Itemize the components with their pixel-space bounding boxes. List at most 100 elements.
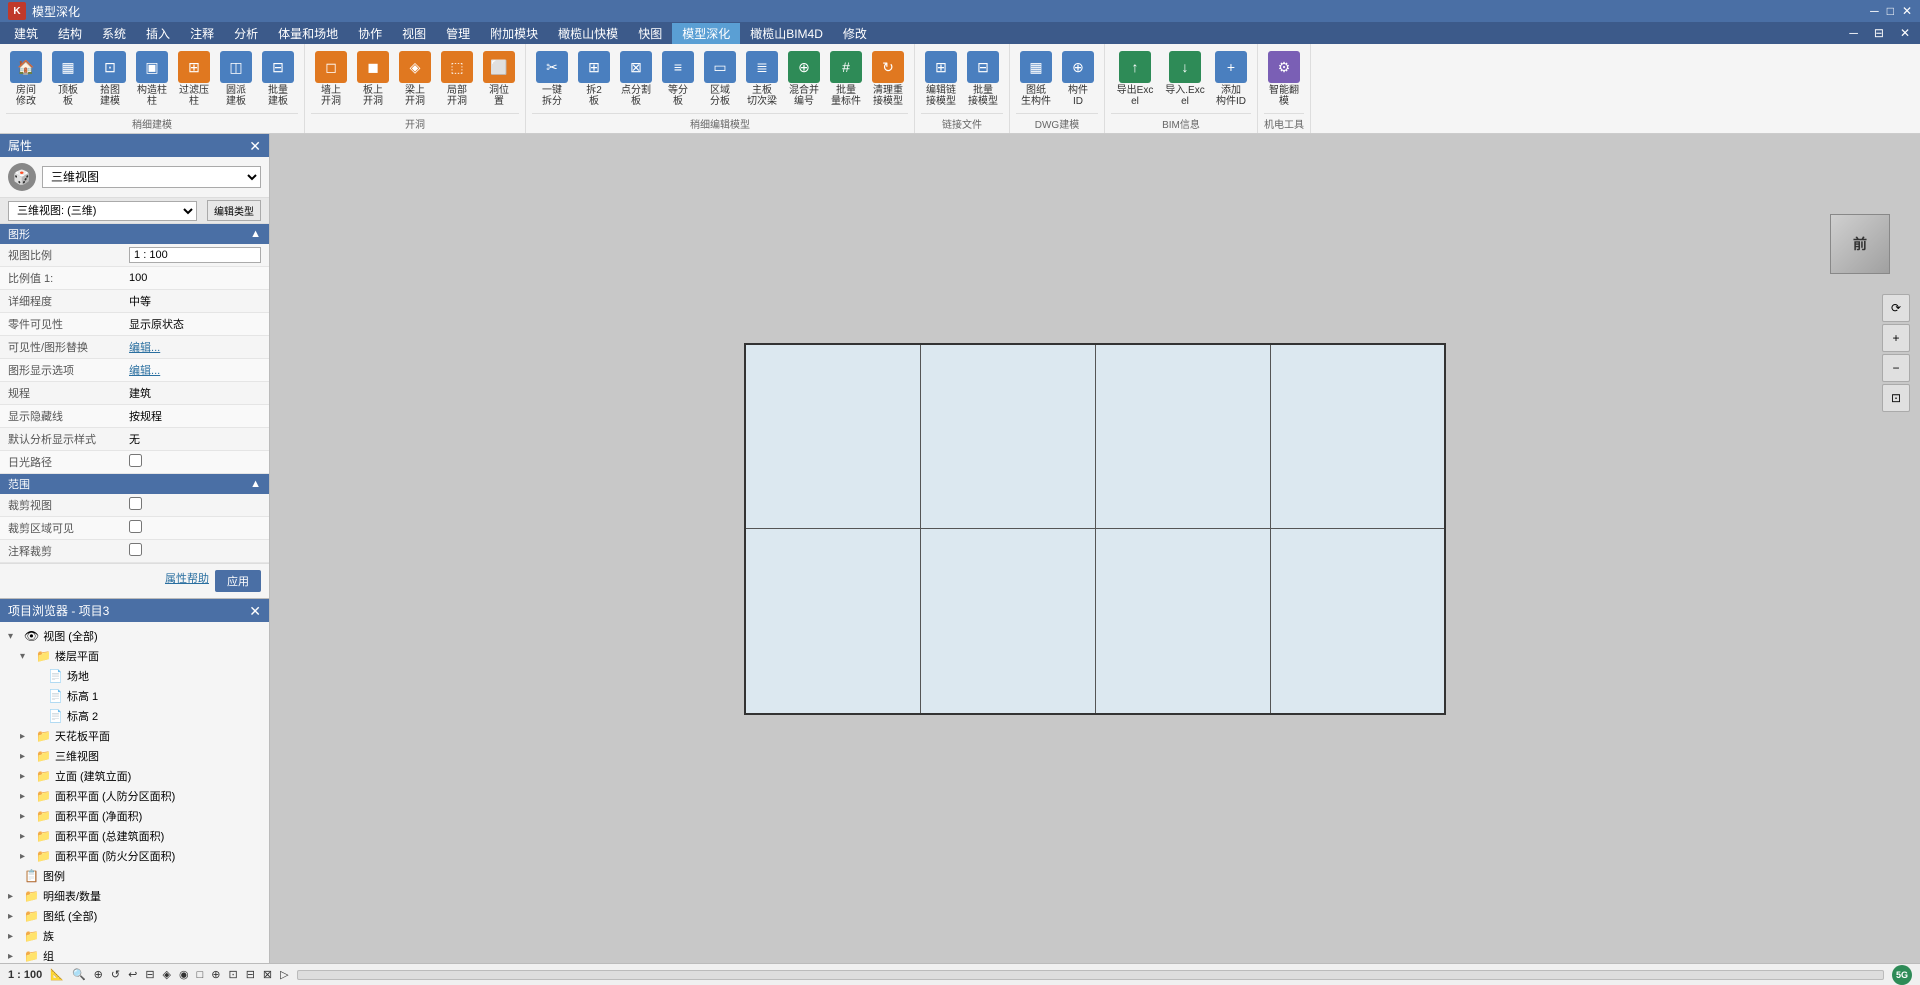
status-icon-13[interactable]: ⊠ [263,968,272,981]
status-icon-4[interactable]: ↺ [111,968,120,981]
tree-schedules[interactable]: ▸ 📁 明细表/数量 [0,886,269,906]
menu-kuaitu[interactable]: 快图 [628,23,672,44]
crop-view-checkbox[interactable] [129,497,142,510]
menu-xiugai[interactable]: 修改 [833,23,877,44]
ribbon-btn-room[interactable]: 🏠 房间修改 [6,48,46,110]
tree-sheets[interactable]: ▸ 📁 图纸 (全部) [0,906,269,926]
ribbon-btn-local-hole[interactable]: ⬚ 局部开洞 [437,48,477,110]
ribbon-btn-clean[interactable]: ↻ 清理重接模型 [868,48,908,110]
status-icon-5[interactable]: ↩ [128,968,137,981]
close-btn[interactable]: ✕ [1902,4,1912,18]
status-icon-8[interactable]: ◉ [179,968,189,981]
tree-3d-views[interactable]: ▸ 📁 三维视图 [0,746,269,766]
minimize-btn[interactable]: ─ [1870,4,1879,18]
tree-area-total[interactable]: ▸ 📁 面积平面 (总建筑面积) [0,826,269,846]
tree-level-2[interactable]: 📄 标高 2 [0,706,269,726]
menu-tiliangchangdi[interactable]: 体量和场地 [268,23,348,44]
ribbon-btn-add-id[interactable]: + 添加构件ID [1211,48,1251,110]
ribbon-btn-edit-link[interactable]: ⊞ 编辑链接模型 [921,48,961,110]
viewport[interactable]: 前 ⟳ + − ⊡ [270,134,1920,963]
ribbon-btn-main-board[interactable]: ≣ 主板切次梁 [742,48,782,110]
ribbon-btn-merge[interactable]: ⊕ 混合并编号 [784,48,824,110]
tree-ceiling-plans[interactable]: ▸ 📁 天花板平面 [0,726,269,746]
tree-area-net[interactable]: ▸ 📁 面积平面 (净面积) [0,806,269,826]
ribbon-btn-board-hole[interactable]: ◼ 板上开洞 [353,48,393,110]
menu-fenxi[interactable]: 分析 [224,23,268,44]
ribbon-btn-batch-qty[interactable]: # 批量量标件 [826,48,866,110]
tree-area-civil[interactable]: ▸ 📁 面积平面 (人防分区面积) [0,786,269,806]
menu-shitu[interactable]: 视图 [392,23,436,44]
ribbon-btn-batch-link[interactable]: ⊟ 批量接模型 [963,48,1003,110]
status-icon-2[interactable]: 🔍 [72,968,86,981]
ribbon-btn-column[interactable]: ▣ 构造柱柱 [132,48,172,110]
edit-type-btn[interactable]: 编辑类型 [207,200,261,221]
menu-moxing[interactable]: 模型深化 [672,23,740,44]
tree-legend[interactable]: 📋 图例 [0,866,269,886]
menu-jiegou[interactable]: 结构 [48,23,92,44]
ribbon-btn-wall-hole[interactable]: ◻ 墙上开洞 [311,48,351,110]
ribbon-btn-round[interactable]: ◫ 圆派建板 [216,48,256,110]
menu-zhushi[interactable]: 注释 [180,23,224,44]
scale-input[interactable] [129,247,261,263]
tool-orbit[interactable]: ⟳ [1882,294,1910,322]
annotation-crop-checkbox[interactable] [129,543,142,556]
ribbon-btn-batch-build[interactable]: ⊟ 批量建板 [258,48,298,110]
tree-area-fire[interactable]: ▸ 📁 面积平面 (防火分区面积) [0,846,269,866]
nav-cube-front[interactable]: 前 [1830,214,1890,274]
ribbon-btn-smart-model[interactable]: ⚙ 智能翻模 [1264,48,1304,110]
ribbon-btn-equal-split[interactable]: ≡ 等分板 [658,48,698,110]
menu-xitong[interactable]: 系统 [92,23,136,44]
tree-views-all[interactable]: ▾ 👁 视图 (全部) [0,626,269,646]
tree-site[interactable]: 📄 场地 [0,666,269,686]
prop-apply-btn[interactable]: 应用 [215,570,261,592]
status-icon-10[interactable]: ⊕ [211,968,220,981]
menu-hezuo[interactable]: 协作 [348,23,392,44]
menu-guanli[interactable]: 管理 [436,23,480,44]
menu-ganshanshan[interactable]: 橄榄山快模 [548,23,628,44]
tree-level-1[interactable]: 📄 标高 1 [0,686,269,706]
vis-replace-link[interactable]: 编辑... [129,342,160,354]
properties-close-btn[interactable]: ✕ [249,139,261,153]
ribbon-btn-component-id[interactable]: ⊕ 构件ID [1058,48,1098,110]
ribbon-btn-floor[interactable]: ▦ 顶板板 [48,48,88,110]
ribbon-btn-drawing-build[interactable]: ▦ 图纸生构件 [1016,48,1056,110]
ribbon-btn-beam-hole[interactable]: ◈ 梁上开洞 [395,48,435,110]
ribbon-btn-pickup[interactable]: ⊡ 拾图建模 [90,48,130,110]
tree-elevations[interactable]: ▸ 📁 立面 (建筑立面) [0,766,269,786]
menu-charu[interactable]: 插入 [136,23,180,44]
status-icon-9[interactable]: □ [197,969,204,981]
maximize-btn[interactable]: □ [1887,4,1894,18]
status-icon-3[interactable]: ⊕ [94,968,103,981]
tree-families[interactable]: ▸ 📁 族 [0,926,269,946]
tool-zoom-out[interactable]: − [1882,354,1910,382]
nav-cube[interactable]: 前 [1830,214,1890,274]
sun-path-checkbox[interactable] [129,454,142,467]
ribbon-btn-split[interactable]: ✂ 一键拆分 [532,48,572,110]
menu-ganshanshan-bim4d[interactable]: 橄榄山BIM4D [740,23,833,44]
ribbon-btn-export-excel[interactable]: ↑ 导出Excel [1111,48,1159,110]
status-icon-14[interactable]: ▷ [280,968,288,981]
ribbon-btn-region-split[interactable]: ▭ 区域分板 [700,48,740,110]
ribbon-close-btn[interactable]: ✕ [1894,24,1916,42]
menu-jianzhu[interactable]: 建筑 [4,23,48,44]
status-icon-6[interactable]: ⊟ [145,968,154,981]
tool-fit[interactable]: ⊡ [1882,384,1910,412]
crop-visible-checkbox[interactable] [129,520,142,533]
tool-zoom-in[interactable]: + [1882,324,1910,352]
ribbon-btn-point-split[interactable]: ⊠ 点分割板 [616,48,656,110]
ribbon-btn-filter[interactable]: ⊞ 过滤压柱 [174,48,214,110]
statusbar-scrolltrack[interactable] [297,970,1884,980]
status-icon-7[interactable]: ◈ [163,968,171,981]
status-icon-12[interactable]: ⊟ [246,968,255,981]
tree-groups[interactable]: ▸ 📁 组 [0,946,269,963]
prop-help-link[interactable]: 属性帮助 [165,570,209,592]
status-icon-1[interactable]: 📐 [50,968,64,981]
status-icon-11[interactable]: ⊡ [228,968,237,981]
menu-fujia[interactable]: 附加模块 [480,23,548,44]
ribbon-btn-split2[interactable]: ⊞ 拆2板 [574,48,614,110]
ribbon-btn-import-excel[interactable]: ↓ 导入.Excel [1161,48,1209,110]
tree-floor-plans[interactable]: ▾ 📁 楼层平面 [0,646,269,666]
ribbon-btn-hole-pos[interactable]: ⬜ 洞位置 [479,48,519,110]
view-type-dropdown[interactable]: 三维视图 [42,166,261,188]
view-name-dropdown[interactable]: 三维视图: (三维) [8,201,197,221]
